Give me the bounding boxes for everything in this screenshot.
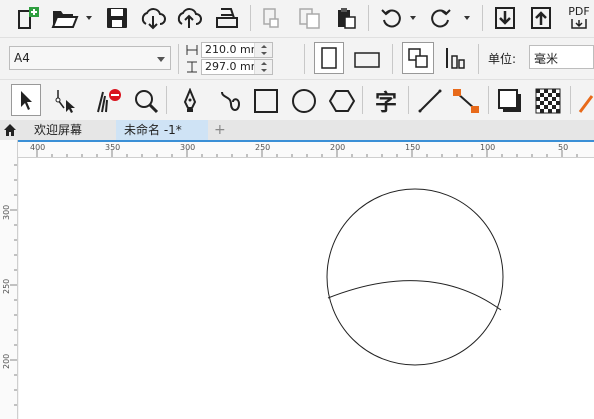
arc-curve-shape[interactable]	[327, 280, 502, 311]
ellipse-shape[interactable]	[326, 188, 504, 366]
paste-format-icon[interactable]	[296, 4, 324, 32]
redo-icon[interactable]	[426, 4, 456, 32]
ruler-h-label: 100	[480, 143, 496, 152]
rectangle-tool-icon[interactable]	[250, 86, 282, 116]
text-tool-icon[interactable]: 字	[370, 86, 402, 116]
tab-document[interactable]: 未命名 -1*	[116, 120, 208, 140]
page-height-input[interactable]: 297.0 mm	[201, 59, 273, 75]
undo-dropdown-caret[interactable]	[410, 16, 416, 20]
vertical-ruler[interactable]: 300 250 200	[0, 140, 18, 419]
current-page-button[interactable]	[442, 42, 470, 74]
export-icon[interactable]	[526, 4, 556, 32]
ruler-h-label: 400	[30, 143, 46, 152]
print-icon[interactable]	[212, 4, 242, 32]
undo-icon[interactable]	[376, 4, 406, 32]
pen-tool-icon[interactable]	[174, 86, 206, 116]
pdf-export-icon[interactable]: PDF	[564, 3, 594, 33]
text-tool-glyph: 字	[374, 91, 397, 116]
unit-dropdown[interactable]: 毫米	[529, 45, 594, 69]
unit-value: 毫米	[534, 52, 559, 66]
add-tab-button[interactable]: +	[208, 120, 230, 140]
ruler-h-label: 200	[330, 143, 346, 152]
toolbox: 字	[0, 80, 594, 120]
page-width-input[interactable]: 210.0 mm	[201, 42, 273, 58]
page-height-spinner[interactable]	[254, 60, 272, 74]
ruler-h-label: 250	[255, 143, 271, 152]
save-icon[interactable]	[102, 4, 132, 32]
open-dropdown-caret[interactable]	[86, 16, 92, 20]
import-icon[interactable]	[490, 4, 520, 32]
open-folder-icon[interactable]	[50, 4, 80, 32]
page-width-value: 210.0 mm	[205, 43, 262, 56]
pick-tool-icon[interactable]	[11, 84, 41, 116]
unit-label: 单位:	[488, 52, 517, 66]
pdf-label: PDF	[568, 5, 590, 18]
cloud-upload-icon[interactable]	[174, 4, 204, 32]
ruler-v-label: 200	[2, 353, 11, 369]
connector-tool-icon[interactable]	[450, 86, 482, 116]
page-size-dropdown[interactable]: A4	[9, 46, 171, 70]
horizontal-ruler[interactable]: 400 350 300 250 200 150 100 50	[18, 140, 594, 158]
redo-dropdown-caret[interactable]	[464, 16, 470, 20]
eyedropper-tool-icon[interactable]	[576, 86, 594, 116]
ruler-v-label: 250	[2, 278, 11, 294]
ellipse-tool-icon[interactable]	[288, 86, 320, 116]
cloud-download-icon[interactable]	[138, 4, 168, 32]
clipboard-icon[interactable]	[332, 4, 360, 32]
page-height-value: 297.0 mm	[205, 60, 262, 73]
ruler-h-label: 150	[405, 143, 421, 152]
page-height-icon	[184, 59, 200, 75]
polygon-tool-icon[interactable]	[326, 86, 358, 116]
ruler-h-label: 50	[558, 143, 569, 152]
shape-tool-icon[interactable]	[50, 86, 82, 116]
copy-format-icon[interactable]	[258, 4, 284, 32]
curve-tool-icon[interactable]	[214, 86, 246, 116]
landscape-button[interactable]	[352, 50, 382, 70]
tab-welcome[interactable]: 欢迎屏幕	[26, 120, 116, 140]
document-tabs: 欢迎屏幕 未命名 -1* +	[0, 120, 594, 140]
standard-toolbar: PDF	[0, 0, 594, 38]
chevron-down-icon	[157, 57, 165, 62]
new-document-icon[interactable]	[12, 4, 42, 32]
home-icon[interactable]	[0, 120, 20, 140]
page-width-spinner[interactable]	[254, 43, 272, 57]
knife-tool-icon[interactable]	[92, 86, 124, 116]
zoom-tool-icon[interactable]	[130, 86, 162, 116]
portrait-button[interactable]	[314, 42, 344, 74]
page-size-value: A4	[14, 51, 30, 65]
ruler-h-label: 350	[105, 143, 121, 152]
drop-shadow-tool-icon[interactable]	[494, 86, 526, 116]
all-pages-button[interactable]	[402, 42, 434, 74]
line-tool-icon[interactable]	[414, 86, 446, 116]
ruler-v-label: 300	[2, 204, 11, 220]
drawing-canvas[interactable]	[19, 158, 594, 419]
page-width-icon	[184, 42, 200, 58]
ruler-h-label: 300	[180, 143, 196, 152]
transparency-tool-icon[interactable]	[532, 86, 564, 116]
